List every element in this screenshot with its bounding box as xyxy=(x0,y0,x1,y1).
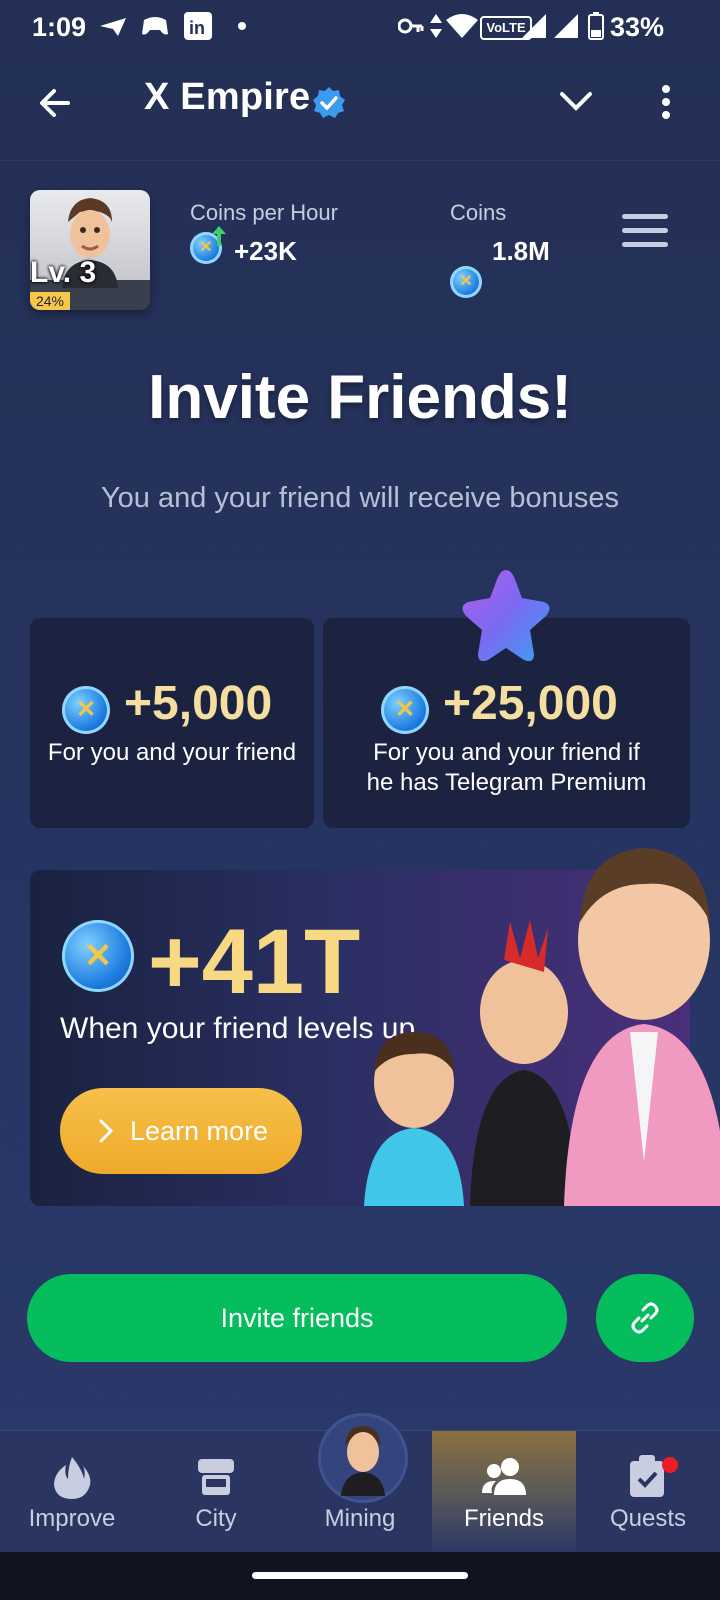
promo-amount: +41T xyxy=(148,911,361,1013)
status-time: 1:09 xyxy=(32,12,87,42)
arrow-up-icon xyxy=(212,226,226,246)
copy-link-button[interactable] xyxy=(596,1274,694,1362)
bonus-desc: For you and your friend if he has Telegr… xyxy=(323,738,690,798)
telegram-icon xyxy=(100,18,126,36)
coins-label: Coins xyxy=(450,200,507,225)
status-bar: 1:09 in VoLTE 33% xyxy=(0,0,720,52)
back-arrow-icon[interactable] xyxy=(38,86,72,120)
home-gesture-handle[interactable] xyxy=(252,1572,468,1579)
bottom-nav: Improve City Mining Friends Quests xyxy=(0,1413,720,1553)
clipboard-check-icon xyxy=(630,1455,664,1497)
bonus-desc-line: For you and your friend if xyxy=(373,739,640,766)
invite-subtitle: You and your friend will receive bonuses xyxy=(100,482,620,514)
bonus-card-regular: +5,000 For you and your friend xyxy=(30,618,314,828)
level-label: Lv. 3 xyxy=(30,256,97,289)
nav-label: Mining xyxy=(324,1505,396,1532)
link-icon xyxy=(631,1302,659,1334)
coin-icon xyxy=(381,686,429,734)
nav-quests[interactable]: Quests xyxy=(576,1431,720,1553)
verified-badge-icon xyxy=(313,87,345,118)
nav-city[interactable]: City xyxy=(144,1431,288,1553)
gamepad-icon xyxy=(142,17,168,35)
menu-icon[interactable] xyxy=(622,214,668,248)
coins-per-hour-value: +23K xyxy=(234,236,297,266)
coins-value: 1.8M xyxy=(492,236,550,266)
signal-icon xyxy=(554,14,578,38)
characters-illustration xyxy=(364,848,720,1206)
nav-label: Improve xyxy=(28,1505,116,1532)
learn-more-label: Learn more xyxy=(130,1116,269,1146)
nav-improve[interactable]: Improve xyxy=(0,1431,144,1553)
system-nav-bar xyxy=(0,1552,720,1600)
app-titlebar: X Empire xyxy=(0,52,720,161)
wifi-icon xyxy=(446,14,478,38)
signal-icon xyxy=(522,14,546,38)
invite-friends-button[interactable]: Invite friends xyxy=(27,1274,567,1362)
svg-text:in: in xyxy=(189,18,205,38)
bonus-amount: +25,000 xyxy=(443,677,618,730)
telegram-premium-star-icon xyxy=(462,570,550,662)
invite-headline: Invite Friends! xyxy=(148,363,572,432)
nav-label: Quests xyxy=(609,1505,687,1532)
nav-label: Friends xyxy=(463,1505,545,1532)
bonus-desc-line: he has Telegram Premium xyxy=(366,769,647,796)
mining-avatar xyxy=(318,1413,408,1503)
bonus-amount: +5,000 xyxy=(124,677,273,730)
chevron-down-icon[interactable] xyxy=(558,90,594,114)
level-up-promo: +41T When your friend levels up. Learn m… xyxy=(30,848,720,1206)
coin-icon xyxy=(62,920,134,992)
nav-mining[interactable]: Mining xyxy=(288,1413,432,1553)
level-progress: 24% xyxy=(30,292,70,310)
chevron-right-icon xyxy=(99,1119,114,1143)
more-vert-icon[interactable] xyxy=(660,84,672,120)
battery-percent: 33% xyxy=(610,12,665,42)
learn-more-button[interactable]: Learn more xyxy=(60,1088,302,1174)
flame-icon xyxy=(54,1457,91,1499)
linkedin-icon: in xyxy=(184,12,212,40)
avatar-face-icon xyxy=(341,1426,385,1496)
coin-icon xyxy=(62,686,110,734)
nav-friends[interactable]: Friends xyxy=(432,1431,576,1553)
data-arrows-icon xyxy=(430,14,442,38)
nav-label: City xyxy=(195,1505,237,1532)
page-title: X Empire xyxy=(144,76,311,118)
bonus-desc: For you and your friend xyxy=(47,739,297,766)
friends-icon xyxy=(482,1458,526,1495)
store-icon xyxy=(198,1459,234,1495)
notification-dot-icon xyxy=(238,22,246,30)
vpn-key-icon xyxy=(398,18,424,34)
notification-badge xyxy=(662,1457,678,1473)
coins-per-hour-label: Coins per Hour xyxy=(190,200,338,225)
profile-avatar[interactable]: Lv. 3 24% xyxy=(30,190,150,310)
battery-icon xyxy=(588,12,604,40)
coin-icon xyxy=(450,266,482,298)
